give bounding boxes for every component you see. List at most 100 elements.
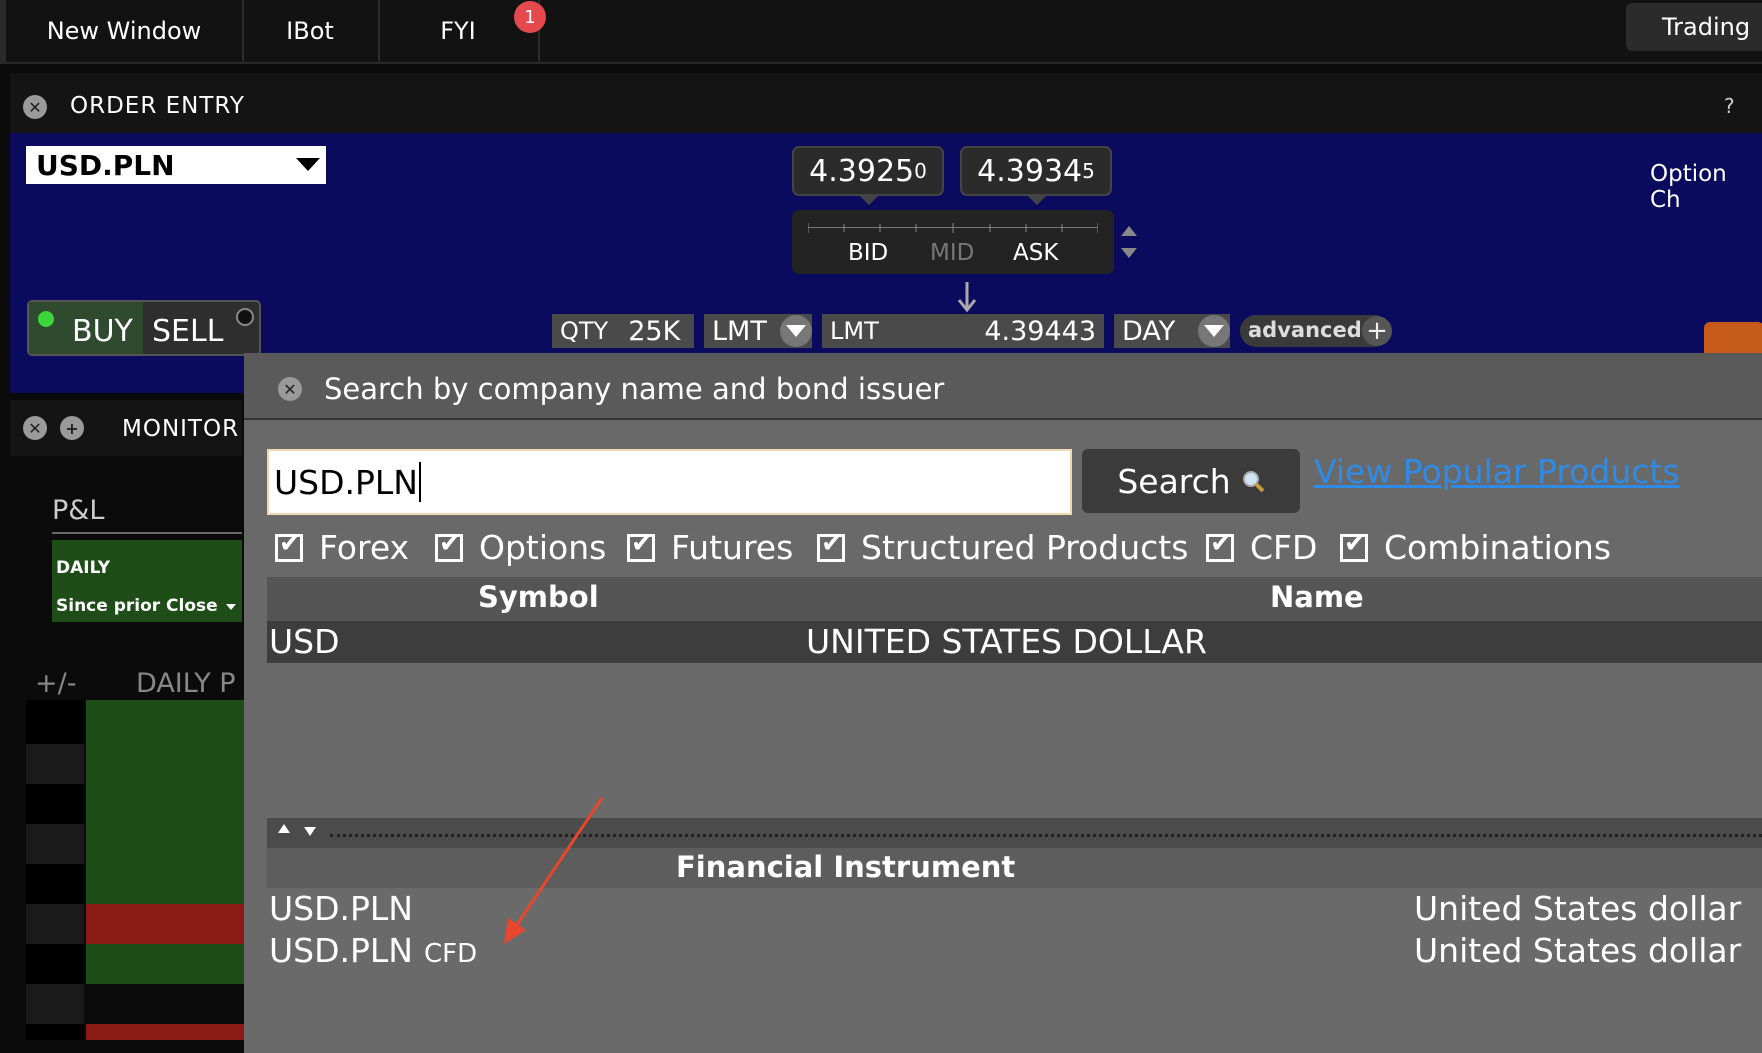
symbol-value: USD.PLN — [36, 148, 175, 182]
row-name: UNITED STATES DOLLAR — [806, 622, 1207, 661]
col-daily-header: DAILY P — [136, 668, 236, 699]
buy-label[interactable]: BUY — [72, 314, 133, 349]
text-cursor — [418, 462, 421, 502]
checkbox-checked-icon — [275, 529, 303, 562]
pl-tab-underline — [52, 532, 242, 534]
view-popular-products-link[interactable]: View Popular Products — [1314, 452, 1680, 491]
pl-bar-green — [86, 944, 244, 984]
fyi-label: FYI — [440, 17, 476, 45]
advanced-label: advanced — [1248, 318, 1362, 342]
option-chain-link[interactable]: Option Ch — [1650, 161, 1762, 213]
since-chevron-icon[interactable] — [226, 604, 236, 610]
pl-bar-green — [86, 700, 244, 904]
instrument-suffix: CFD — [424, 939, 478, 969]
search-dialog-title: Search by company name and bond issuer — [324, 372, 945, 406]
instrument-name: United States dollar — [1414, 931, 1742, 970]
plus-icon[interactable]: + — [1362, 316, 1392, 346]
bid-price-sup: 0 — [914, 159, 927, 183]
name-column-header[interactable]: Name — [1270, 580, 1364, 614]
order-type-chevron-icon[interactable] — [780, 315, 812, 347]
fyi-notification-badge: 1 — [514, 1, 546, 33]
monitor-close-icon[interactable]: ✕ — [23, 416, 47, 440]
monitor-title: MONITOR — [122, 416, 240, 442]
ask-price-main: 4.3934 — [977, 153, 1083, 189]
ask-price-sup: 5 — [1082, 159, 1095, 183]
filter-label: Forex — [319, 528, 410, 567]
checkbox-checked-icon — [627, 529, 655, 562]
search-dialog-close-icon[interactable]: ✕ — [278, 377, 302, 401]
order-type-value: LMT — [712, 315, 767, 347]
filter-cfd-checkbox[interactable]: CFD — [1206, 528, 1317, 567]
sell-label[interactable]: SELL — [152, 314, 223, 349]
chevron-down-icon — [296, 158, 320, 171]
filter-options-checkbox[interactable]: Options — [435, 528, 606, 567]
magnifier-icon — [1242, 471, 1265, 493]
col-change-header: +/- — [35, 668, 77, 699]
search-button-label: Search — [1117, 461, 1231, 501]
price-stepper-icon[interactable] — [1118, 224, 1140, 260]
since-prior-close-select[interactable]: Since prior Close — [56, 596, 218, 616]
checkbox-checked-icon — [1340, 529, 1368, 562]
daily-label: DAILY — [56, 558, 111, 578]
filter-label: CFD — [1250, 528, 1318, 567]
symbol-select[interactable]: USD.PLN — [26, 146, 326, 184]
instrument-symbol: USD.PLN — [269, 889, 413, 928]
monitor-add-icon[interactable]: + — [60, 416, 84, 440]
filter-label: Options — [479, 528, 607, 567]
limit-label: LMT — [830, 317, 879, 345]
order-entry-header — [10, 73, 1762, 133]
filter-label: Combinations — [1384, 528, 1612, 567]
quantity-field[interactable]: QTY 25K — [552, 314, 694, 348]
search-query: USD.PLN — [274, 462, 418, 502]
ask-label[interactable]: ASK — [1013, 240, 1058, 266]
checkbox-checked-icon — [435, 529, 463, 562]
pl-change-cell — [26, 944, 84, 984]
tif-value: DAY — [1122, 315, 1176, 347]
instrument-name: United States dollar — [1414, 889, 1742, 928]
splitter-arrows-icon[interactable] — [276, 822, 320, 840]
trading-button[interactable]: Trading — [1626, 3, 1762, 51]
limit-price-value: 4.39443 — [984, 315, 1096, 347]
filter-structured-products-checkbox[interactable]: Structured Products — [817, 528, 1188, 567]
bid-label[interactable]: BID — [848, 240, 888, 266]
row-symbol: USD — [269, 622, 340, 661]
order-entry-title: ORDER ENTRY — [70, 93, 245, 119]
checkbox-checked-icon — [1206, 529, 1234, 562]
ibot-button[interactable]: IBot — [242, 0, 380, 62]
limit-price-field[interactable]: LMT 4.39443 — [822, 314, 1104, 348]
ask-pointer — [1028, 196, 1046, 205]
filter-combinations-checkbox[interactable]: Combinations — [1340, 528, 1611, 567]
order-entry-close-icon[interactable]: ✕ — [23, 95, 47, 119]
buy-indicator-icon — [38, 311, 54, 327]
pl-change-cell — [26, 864, 84, 904]
pl-tab[interactable]: P&L — [52, 495, 104, 526]
pl-change-cell — [26, 1024, 84, 1040]
financial-instrument-header: Financial Instrument — [676, 850, 1016, 884]
bid-price-main: 4.3925 — [809, 153, 915, 189]
filter-label: Structured Products — [861, 528, 1189, 567]
qty-label: QTY — [560, 317, 609, 345]
filter-forex-checkbox[interactable]: Forex — [275, 528, 409, 567]
pl-change-cell — [26, 700, 84, 744]
sell-indicator-icon — [236, 308, 254, 326]
new-window-button[interactable]: New Window — [6, 0, 244, 62]
bid-price-button[interactable]: 4.3925 0 — [792, 146, 944, 196]
qty-value: 25K — [628, 315, 681, 347]
tif-chevron-icon[interactable] — [1198, 315, 1230, 347]
bid-pointer — [860, 196, 878, 205]
ask-price-button[interactable]: 4.3934 5 — [960, 146, 1112, 196]
pl-bar-red — [86, 904, 244, 944]
instrument-symbol: USD.PLN — [269, 931, 413, 970]
arrow-down-icon — [957, 282, 977, 313]
mid-label[interactable]: MID — [930, 240, 974, 266]
ibot-label: IBot — [286, 17, 334, 45]
search-button[interactable]: Search — [1082, 449, 1300, 513]
filter-futures-checkbox[interactable]: Futures — [627, 528, 793, 567]
annotation-arrow-icon — [504, 797, 604, 944]
search-input[interactable]: USD.PLN — [267, 449, 1072, 515]
checkbox-checked-icon — [817, 529, 845, 562]
pl-change-cell — [26, 784, 84, 824]
symbol-column-header[interactable]: Symbol — [478, 580, 599, 614]
slider-ticks — [808, 223, 1098, 233]
help-icon[interactable]: ? — [1724, 94, 1735, 118]
